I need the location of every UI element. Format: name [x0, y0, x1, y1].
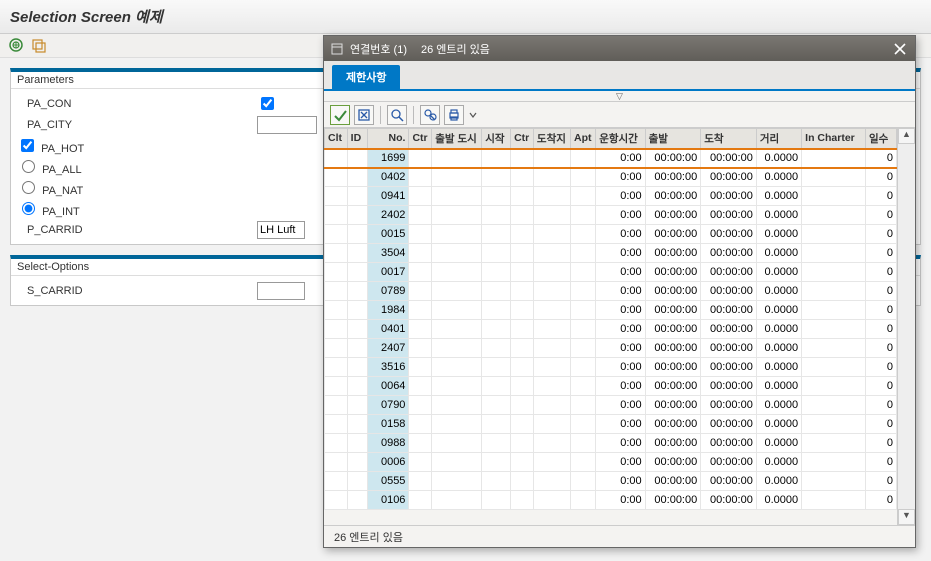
- col-clt[interactable]: Clt: [325, 129, 348, 149]
- pa-all-radio[interactable]: [22, 160, 35, 173]
- popup-tabbar: 제한사항: [324, 61, 915, 91]
- param-label: P_CARRID: [17, 224, 257, 236]
- table-row[interactable]: 04020:0000:00:0000:00:000.00000: [325, 168, 897, 187]
- accept-button[interactable]: [330, 105, 350, 125]
- col-ctr2[interactable]: Ctr: [511, 129, 534, 149]
- p-carrid-input[interactable]: [257, 221, 305, 239]
- table-row[interactable]: 24020:0000:00:0000:00:000.00000: [325, 206, 897, 225]
- table-row[interactable]: 09880:0000:00:0000:00:000.00000: [325, 434, 897, 453]
- col-apt[interactable]: Apt: [570, 129, 595, 149]
- col-charter[interactable]: In Charter: [802, 129, 866, 149]
- popup-system-icon: [330, 42, 344, 56]
- param-label: PA_CITY: [17, 119, 257, 131]
- toolbar-separator: [413, 106, 414, 124]
- toolbar-separator: [380, 106, 381, 124]
- variant-icon[interactable]: [31, 37, 47, 53]
- cancel-filter-button[interactable]: [354, 105, 374, 125]
- table-row[interactable]: 24070:0000:00:0000:00:000.00000: [325, 339, 897, 358]
- pa-hot-checkbox[interactable]: [21, 139, 34, 152]
- collapse-handle-icon[interactable]: ▽: [324, 91, 915, 102]
- find-button[interactable]: [387, 105, 407, 125]
- page-title: Selection Screen 예제: [0, 0, 931, 34]
- table-row[interactable]: 01580:0000:00:0000:00:000.00000: [325, 415, 897, 434]
- table-row[interactable]: 19840:0000:00:0000:00:000.00000: [325, 301, 897, 320]
- col-depcity[interactable]: 출발 도시: [432, 129, 482, 149]
- pa-nat-radio[interactable]: [22, 181, 35, 194]
- scroll-up-icon[interactable]: ▲: [898, 128, 915, 144]
- col-start[interactable]: 시작: [482, 129, 511, 149]
- sort-button[interactable]: [420, 105, 440, 125]
- status-text: 26 엔트리 있음: [334, 532, 403, 544]
- col-ctr1[interactable]: Ctr: [409, 129, 432, 149]
- selopt-label: S_CARRID: [17, 285, 257, 297]
- table-row[interactable]: 35160:0000:00:0000:00:000.00000: [325, 358, 897, 377]
- table-row[interactable]: 07900:0000:00:0000:00:000.00000: [325, 396, 897, 415]
- table-row[interactable]: 01060:0000:00:0000:00:000.00000: [325, 491, 897, 510]
- print-button[interactable]: [444, 105, 464, 125]
- s-carrid-input[interactable]: [257, 282, 305, 300]
- col-days[interactable]: 일수: [866, 129, 897, 149]
- table-row[interactable]: 00170:0000:00:0000:00:000.00000: [325, 263, 897, 282]
- table-row[interactable]: 00150:0000:00:0000:00:000.00000: [325, 225, 897, 244]
- table-row[interactable]: 16990:0000:00:0000:00:000.00000: [325, 149, 897, 168]
- table-row[interactable]: 09410:0000:00:0000:00:000.00000: [325, 187, 897, 206]
- vertical-scrollbar[interactable]: ▲ ▼: [897, 128, 915, 525]
- table-row[interactable]: 07890:0000:00:0000:00:000.00000: [325, 282, 897, 301]
- dropdown-icon[interactable]: [468, 105, 478, 125]
- pa-con-checkbox[interactable]: [261, 97, 274, 110]
- col-dest[interactable]: 도착지: [533, 129, 570, 149]
- popup-title-count: 26 엔트리 있음: [421, 41, 490, 57]
- tab-restriction[interactable]: 제한사항: [332, 65, 400, 89]
- col-dep[interactable]: 출발: [645, 129, 701, 149]
- execute-icon[interactable]: [8, 37, 24, 53]
- scroll-down-icon[interactable]: ▼: [898, 509, 915, 525]
- table-row[interactable]: 05550:0000:00:0000:00:000.00000: [325, 472, 897, 491]
- param-label: PA_CON: [17, 98, 257, 110]
- col-dist[interactable]: 거리: [756, 129, 801, 149]
- col-fltime[interactable]: 운항시간: [596, 129, 645, 149]
- param-label: PA_HOT: [41, 143, 84, 155]
- popup-title-prefix: 연결번호 (1): [350, 41, 407, 57]
- result-table-wrap: Clt ID No. Ctr 출발 도시 시작 Ctr 도착지 Apt 운항시간…: [324, 128, 915, 525]
- table-row[interactable]: 04010:0000:00:0000:00:000.00000: [325, 320, 897, 339]
- col-id[interactable]: ID: [347, 129, 368, 149]
- table-row[interactable]: 35040:0000:00:0000:00:000.00000: [325, 244, 897, 263]
- param-label: PA_NAT: [42, 185, 83, 197]
- table-row[interactable]: 00060:0000:00:0000:00:000.00000: [325, 453, 897, 472]
- pa-city-input[interactable]: [257, 116, 317, 134]
- param-label: PA_INT: [42, 206, 80, 218]
- popup-titlebar[interactable]: 연결번호 (1) 26 엔트리 있음: [324, 36, 915, 61]
- result-table[interactable]: Clt ID No. Ctr 출발 도시 시작 Ctr 도착지 Apt 운항시간…: [324, 128, 897, 510]
- close-icon[interactable]: [891, 40, 909, 58]
- pa-int-radio[interactable]: [22, 202, 35, 215]
- param-label: PA_ALL: [42, 164, 82, 176]
- popup-toolbar: [324, 102, 915, 128]
- col-arr[interactable]: 도착: [701, 129, 757, 149]
- table-header-row: Clt ID No. Ctr 출발 도시 시작 Ctr 도착지 Apt 운항시간…: [325, 129, 897, 149]
- col-no[interactable]: No.: [368, 129, 409, 149]
- popup-statusbar: 26 엔트리 있음: [324, 525, 915, 547]
- table-row[interactable]: 00640:0000:00:0000:00:000.00000: [325, 377, 897, 396]
- f4-help-popup: 연결번호 (1) 26 엔트리 있음 제한사항 ▽: [323, 35, 916, 548]
